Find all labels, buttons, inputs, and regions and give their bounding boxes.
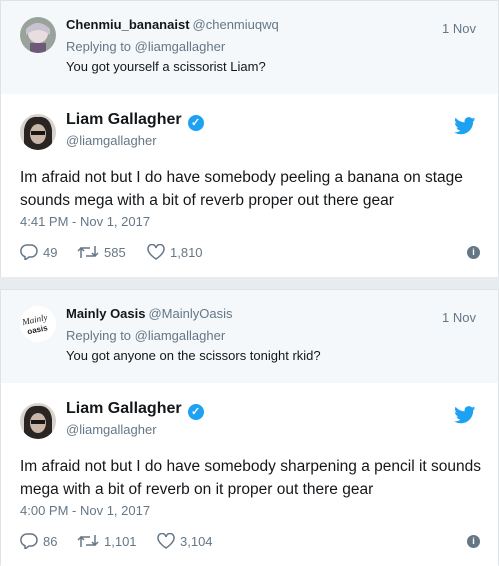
info-icon[interactable]: i	[467, 246, 480, 259]
retweet-count: 585	[104, 244, 126, 260]
reply-date[interactable]: 1 Nov	[442, 21, 476, 36]
retweet-count: 1,101	[104, 533, 137, 549]
reply-author[interactable]: Chenmiu_bananaist @chenmiuqwq	[66, 17, 279, 32]
tweet-text: Im afraid not but I do have somebody pee…	[20, 169, 463, 209]
heart-icon	[157, 533, 175, 549]
author-name-text[interactable]: Liam Gallagher	[66, 111, 182, 128]
twitter-bird-icon[interactable]	[454, 406, 476, 424]
main-tweet[interactable]: Liam Gallagher ✓ @liamgallagher Im afraid…	[1, 94, 498, 277]
reply-button[interactable]: 49	[20, 244, 57, 260]
author-name[interactable]: Liam Gallagher ✓	[66, 111, 204, 131]
reply-author-name[interactable]: Chenmiu_bananaist	[66, 17, 190, 32]
like-button[interactable]: 1,810	[147, 244, 203, 260]
mainly-oasis-logo-icon[interactable]: Mainly oasis	[20, 306, 56, 342]
author-name-text[interactable]: Liam Gallagher	[66, 400, 182, 417]
retweet-icon	[77, 246, 99, 258]
tweet-timestamp[interactable]: 4:41 PM - Nov 1, 2017	[20, 214, 150, 229]
reply-author-handle[interactable]: @MainlyOasis	[148, 306, 232, 321]
retweet-icon	[77, 535, 99, 547]
verified-badge-icon: ✓	[187, 404, 204, 420]
tweet-text: Im afraid not but I do have somebody sha…	[20, 458, 481, 498]
like-count: 3,104	[180, 533, 213, 549]
reply-author-name[interactable]: Mainly Oasis	[66, 306, 145, 321]
reply-button[interactable]: 86	[20, 533, 57, 549]
author-name[interactable]: Liam Gallagher ✓	[66, 400, 204, 420]
reply-icon	[20, 533, 38, 549]
tweet-actions: 49 585 1,810 i	[20, 244, 480, 264]
tweet-thread-1: Chenmiu_bananaist @chenmiuqwq 1 Nov Reply…	[0, 0, 499, 277]
reply-tweet[interactable]: Mainly oasis Mainly Oasis @MainlyOasis 1 …	[1, 290, 498, 383]
retweet-button[interactable]: 1,101	[77, 533, 137, 549]
anime-avatar-icon[interactable]	[20, 17, 56, 53]
reply-text: You got anyone on the scissors tonight r…	[66, 348, 321, 363]
author-handle[interactable]: @liamgallagher	[66, 133, 157, 148]
replying-to-label[interactable]: Replying to @liamgallagher	[66, 328, 225, 343]
reply-date[interactable]: 1 Nov	[442, 310, 476, 325]
reply-count: 86	[43, 533, 58, 549]
reply-icon	[20, 244, 38, 260]
retweet-button[interactable]: 585	[77, 244, 126, 260]
main-tweet[interactable]: Liam Gallagher ✓ @liamgallagher Im afraid…	[1, 383, 498, 566]
reply-author-handle[interactable]: @chenmiuqwq	[193, 17, 279, 32]
replying-to-label[interactable]: Replying to @liamgallagher	[66, 39, 225, 54]
verified-badge-icon: ✓	[187, 115, 204, 131]
tweet-thread-2: Mainly oasis Mainly Oasis @MainlyOasis 1 …	[0, 289, 499, 566]
author-handle[interactable]: @liamgallagher	[66, 422, 157, 437]
heart-icon	[147, 244, 165, 260]
tweet-actions: 86 1,101 3,104 i	[20, 533, 480, 553]
like-button[interactable]: 3,104	[157, 533, 213, 549]
twitter-bird-icon[interactable]	[454, 117, 476, 135]
reply-author[interactable]: Mainly Oasis @MainlyOasis	[66, 306, 232, 321]
reply-text: You got yourself a scissorist Liam?	[66, 59, 266, 74]
reply-tweet[interactable]: Chenmiu_bananaist @chenmiuqwq 1 Nov Reply…	[1, 1, 498, 94]
liam-avatar-icon[interactable]	[20, 403, 56, 439]
liam-avatar-icon[interactable]	[20, 114, 56, 150]
reply-count: 49	[43, 244, 58, 260]
like-count: 1,810	[170, 244, 203, 260]
tweet-timestamp[interactable]: 4:00 PM - Nov 1, 2017	[20, 503, 150, 518]
info-icon[interactable]: i	[467, 535, 480, 548]
